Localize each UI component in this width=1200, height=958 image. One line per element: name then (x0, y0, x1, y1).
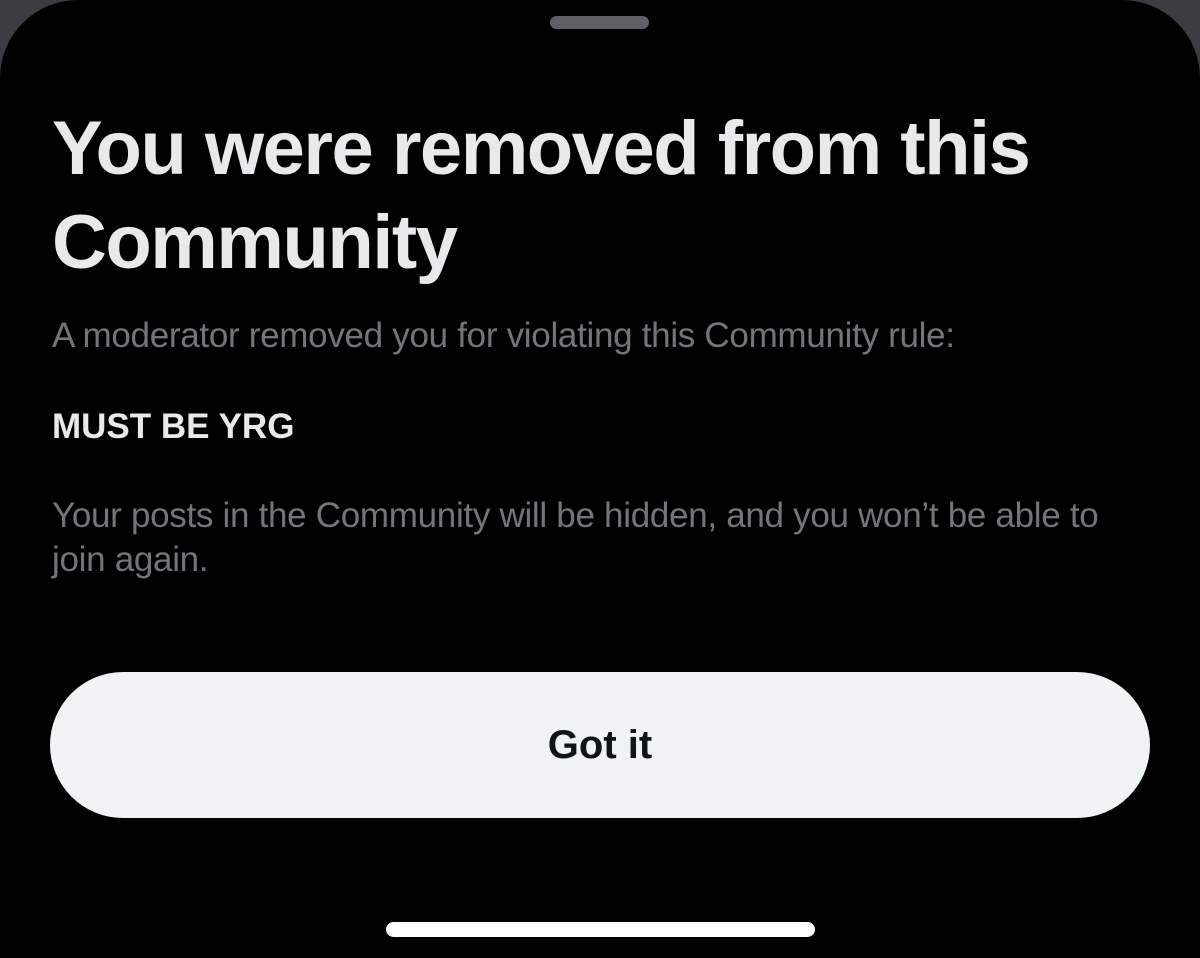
sheet-grabber-handle[interactable] (550, 16, 649, 29)
dialog-subtitle: A moderator removed you for violating th… (52, 316, 955, 355)
dialog-title: You were removed from this Community (52, 106, 1031, 285)
removal-consequence-text: Your posts in the Community will be hidd… (52, 496, 1099, 579)
got-it-button[interactable]: Got it (50, 672, 1150, 818)
violated-rule-name: MUST BE YRG (52, 407, 295, 446)
removed-from-community-sheet: You were removed from this Community A m… (0, 0, 1200, 958)
home-indicator[interactable] (386, 922, 815, 937)
